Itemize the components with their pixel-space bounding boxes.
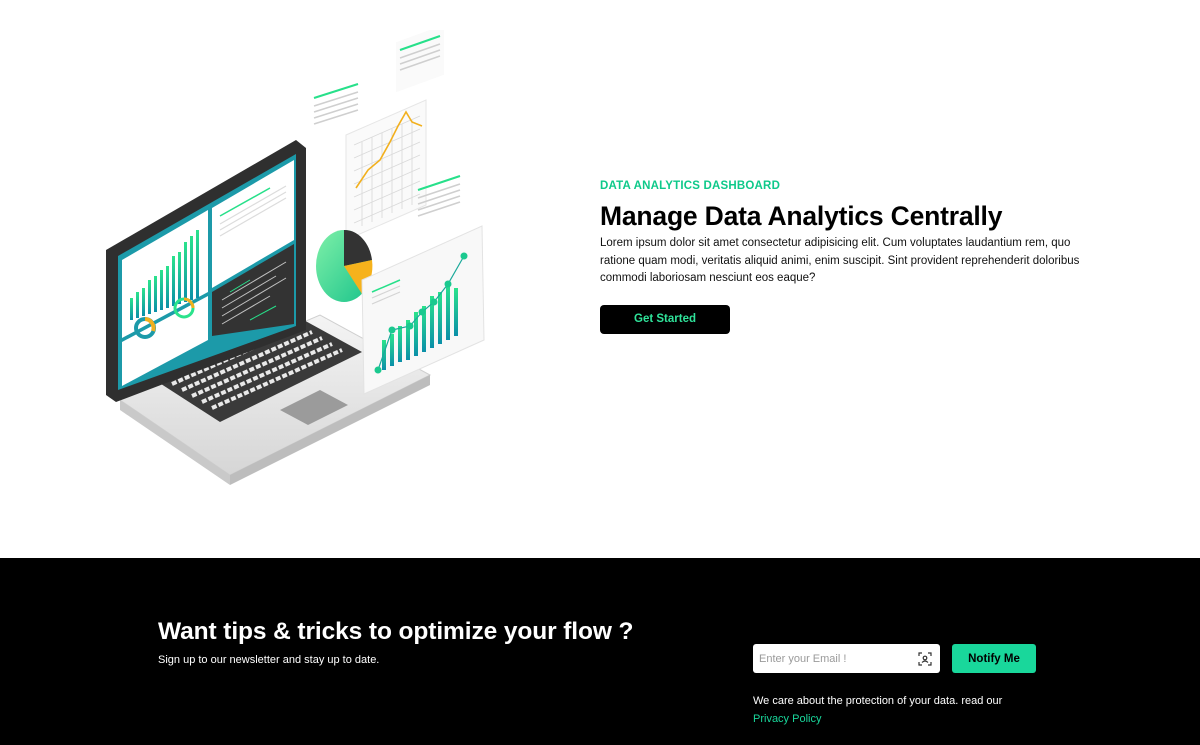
privacy-policy-link[interactable]: Privacy Policy xyxy=(753,713,821,725)
laptop-analytics-illustration xyxy=(106,30,485,485)
hero-description: Lorem ipsum dolor sit amet consectetur a… xyxy=(600,237,1080,284)
hero-eyebrow: DATA ANALYTICS DASHBOARD xyxy=(600,180,781,192)
newsletter-subtitle: Sign up to our newsletter and stay up to… xyxy=(158,654,380,666)
privacy-text: We care about the protection of your dat… xyxy=(753,695,1003,707)
privacy-notice: We care about the protection of your dat… xyxy=(753,693,1053,728)
newsletter-title: Want tips & tricks to optimize your flow… xyxy=(158,618,634,645)
get-started-button[interactable]: Get Started xyxy=(600,304,730,334)
scan-icon[interactable] xyxy=(918,651,932,666)
email-input[interactable] xyxy=(759,652,918,665)
note-card xyxy=(396,30,444,93)
bar-chart-card xyxy=(361,225,485,395)
line-chart-card xyxy=(345,99,427,241)
hero-title: Manage Data Analytics Centrally xyxy=(600,201,1003,231)
newsletter-section: Want tips & tricks to optimize your flow… xyxy=(0,558,1200,745)
notify-me-button[interactable]: Notify Me xyxy=(952,644,1036,673)
hero-copy: DATA ANALYTICS DASHBOARD Manage Data Ana… xyxy=(600,180,1100,334)
note-card xyxy=(313,83,359,125)
hero-section: DATA ANALYTICS DASHBOARD Manage Data Ana… xyxy=(0,0,1200,558)
email-field-container xyxy=(753,644,940,673)
